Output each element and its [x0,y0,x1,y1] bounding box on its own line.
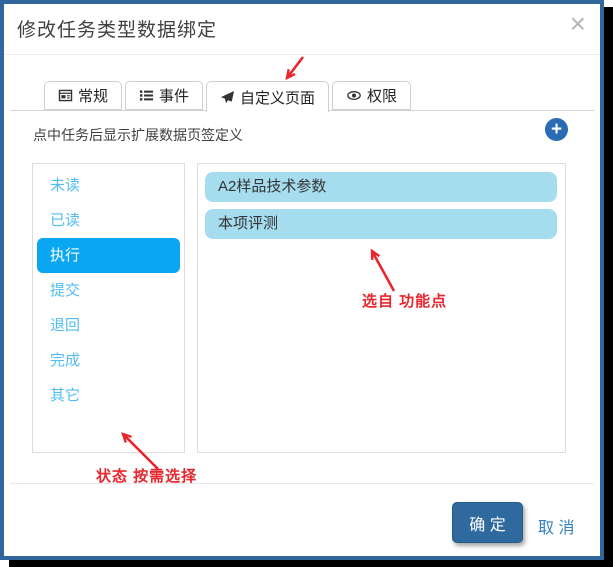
status-listbox: 未读 已读 执行 提交 退回 完成 其它 [32,163,185,453]
sidebar-item-complete[interactable]: 完成 [33,343,184,378]
paper-plane-icon [220,90,235,105]
tab-permissions[interactable]: 权限 [332,81,411,110]
tab-general[interactable]: 常规 [44,81,122,110]
eye-icon [346,88,362,103]
plus-icon[interactable]: + [545,118,568,141]
page-item-sample-params[interactable]: A2样品技术参数 [205,172,557,202]
tab-label: 事件 [159,85,189,106]
form-icon [58,88,73,103]
list-icon [139,88,154,103]
title-divider [4,54,600,55]
tab-custom-page[interactable]: 自定义页面 [206,81,329,112]
tab-label: 权限 [367,85,397,106]
hint-label: 点中任务后显示扩展数据页签定义 [33,125,243,145]
sidebar-item-execute[interactable]: 执行 [37,238,180,273]
screenshot-stage: 修改任务类型数据绑定 × 常规 [0,0,613,567]
ok-button[interactable]: 确 定 [452,502,523,543]
tab-strip: 常规 事件 自定义页面 [44,81,411,112]
modal-dialog: 修改任务类型数据绑定 × 常规 [0,0,604,560]
footer-divider [10,483,594,484]
cancel-button[interactable]: 取 消 [538,514,574,538]
tab-label: 自定义页面 [240,87,315,108]
tab-events[interactable]: 事件 [125,81,203,110]
close-icon[interactable]: × [570,10,586,38]
sidebar-item-return[interactable]: 退回 [33,308,184,343]
annotation-source-note: 选自 功能点 [362,290,447,311]
tab-label: 常规 [78,85,108,106]
sidebar-item-other[interactable]: 其它 [33,378,184,413]
sidebar-item-unread[interactable]: 未读 [33,168,184,203]
dialog-title: 修改任务类型数据绑定 [17,15,217,42]
sidebar-item-read[interactable]: 已读 [33,203,184,238]
sidebar-item-submit[interactable]: 提交 [33,273,184,308]
page-item-evaluation[interactable]: 本项评测 [205,209,557,239]
